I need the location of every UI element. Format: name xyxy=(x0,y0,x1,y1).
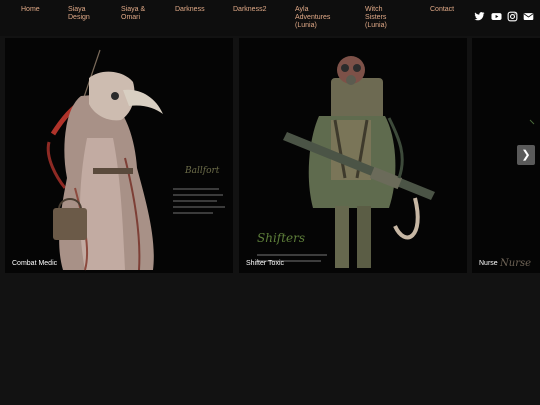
nav-darkness2-link[interactable]: Darkness2 xyxy=(233,6,266,14)
nav-ayla-adventures-link[interactable]: Ayla Adventures (Lunia) xyxy=(295,6,330,30)
instagram-icon[interactable] xyxy=(507,11,518,22)
nav-witch-sisters-link[interactable]: Witch Sisters (Lunia) xyxy=(365,6,387,30)
svg-text:Ballfort: Ballfort xyxy=(184,166,220,176)
mail-icon[interactable] xyxy=(523,11,534,22)
gallery-card-shifter-toxic[interactable]: Shifters Shifter Toxic xyxy=(239,38,467,273)
twitter-icon[interactable] xyxy=(474,11,485,22)
gallery-caption: Nurse xyxy=(479,260,498,267)
nav-contact-link[interactable]: Contact xyxy=(430,6,454,14)
shifter-toxic-artwork: Shifters xyxy=(239,38,467,273)
svg-text:Nurse: Nurse xyxy=(499,258,531,269)
nav-home-link[interactable]: Home xyxy=(21,6,40,14)
nav-siaya-omari-link[interactable]: Siaya & Omari xyxy=(121,6,145,22)
nav-darkness-link[interactable]: Darkness xyxy=(175,6,205,14)
nav-siaya-design-link[interactable]: Siaya Design xyxy=(68,6,90,22)
combat-medic-artwork: Ballfort xyxy=(5,38,233,273)
gallery-caption: Shifter Toxic xyxy=(246,260,284,267)
gallery-carousel: Ballfort Combat Medic Shifters Shifter T… xyxy=(0,36,540,278)
top-navigation: Home Siaya Design Siaya & Omari Darkness… xyxy=(0,0,540,36)
gallery-card-combat-medic[interactable]: Ballfort Combat Medic xyxy=(5,38,233,273)
svg-text:Shifters: Shifters xyxy=(257,231,305,245)
carousel-next-button[interactable]: ❯ xyxy=(517,145,535,165)
gallery-caption: Combat Medic xyxy=(12,260,58,267)
youtube-icon[interactable] xyxy=(491,11,502,22)
